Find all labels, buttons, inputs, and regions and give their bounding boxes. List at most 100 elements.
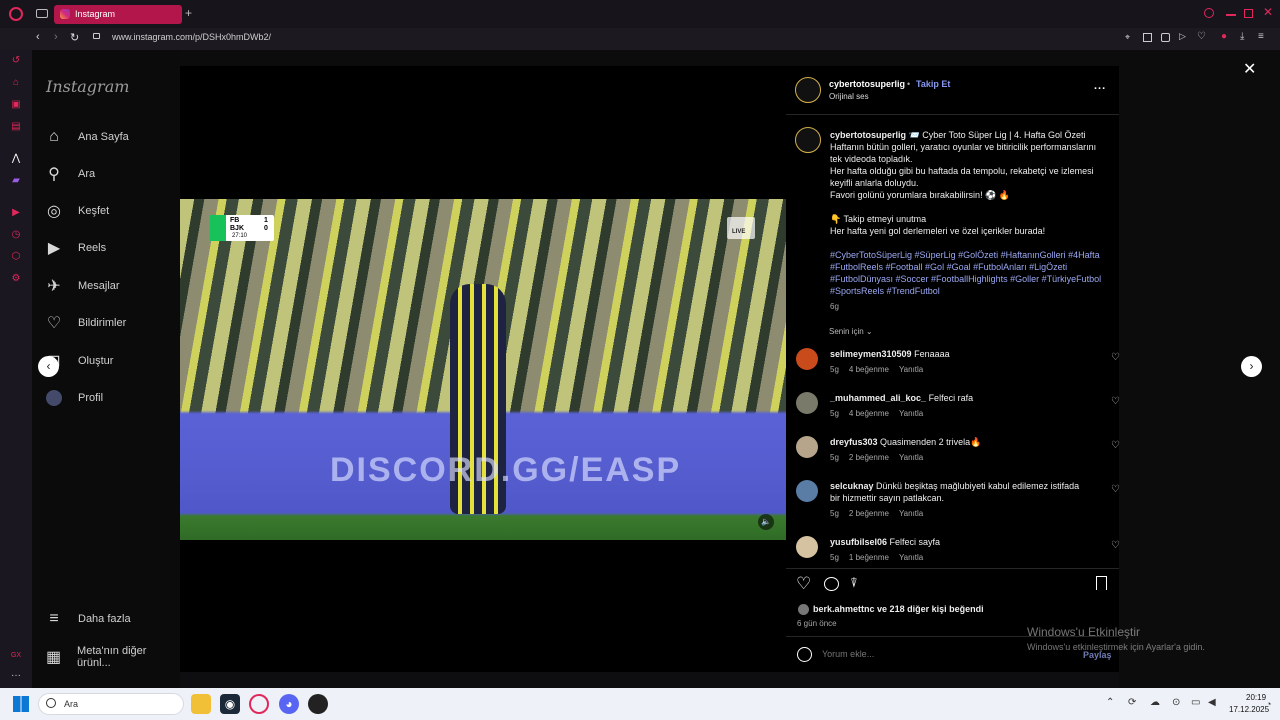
minimize-icon[interactable] [1226,14,1236,16]
comment-bubble-icon[interactable] [824,577,839,591]
sidebar-item-explore[interactable]: ◎ Keşfet [44,199,178,223]
download-icon[interactable]: ⤓ [1240,31,1244,42]
comment-reply[interactable]: Yanıtla [899,509,923,518]
comment-filter-dropdown[interactable]: Senin için ⌄ [829,327,873,336]
caption-username[interactable]: cybertotosuperlig [830,130,906,140]
gx-messenger-icon[interactable]: ▣ [10,99,22,111]
tray-volume-icon[interactable]: ◀ [1208,697,1216,708]
gx-news-icon[interactable]: ▤ [10,121,22,133]
search-icon[interactable] [1204,8,1214,18]
extensions-icon[interactable]: ⬡ [10,251,22,263]
comment-likes[interactable]: 1 beğenme [849,553,889,562]
close-window-icon[interactable]: ✕ [1263,5,1273,19]
sidebar-more[interactable]: ≡ Daha fazla [44,607,178,631]
history-icon[interactable]: ◷ [10,229,22,241]
discord-icon[interactable]: ◕ [279,694,299,714]
hashtag-line[interactable]: #CyberTotoSüperLig #SüperLig #GolÖzeti #… [830,249,1115,261]
favorites-heart-icon[interactable]: ♡ [1197,31,1206,42]
profile-icon[interactable]: ● [1221,31,1227,42]
new-tab-button[interactable]: + [185,6,192,20]
close-post-button[interactable]: ✕ [1243,59,1256,79]
reel-video[interactable]: FB 1 BJK 0 27:10 LIVE DISCORD.GG/EASP 🔈 [180,199,786,540]
opera-gx-icon[interactable] [249,694,269,714]
tab-instagram[interactable]: Instagram [54,5,182,24]
sidebar-meta[interactable]: ▦ Meta'nın diğer ürünl... [44,645,178,669]
comment-username[interactable]: selimeymen310509 [830,349,912,359]
author-avatar[interactable] [795,77,821,103]
sidebar-item-home[interactable]: ⌂ Ana Sayfa [44,125,178,149]
player-icon[interactable]: ▷ [1179,31,1186,42]
windows-start-icon[interactable] [13,696,29,712]
taskbar-time[interactable]: 20:19 [1246,693,1266,702]
reload-icon[interactable]: ↻ [70,31,79,44]
share-send-icon[interactable]: ⍒ [850,575,858,591]
comment-username[interactable]: dreyfus303 [830,437,878,447]
taskbar-date[interactable]: 17.12.2025 [1229,705,1269,714]
comment-input[interactable] [822,646,1062,662]
likes-rest[interactable]: ve 218 diğer kişi beğendi [877,604,984,614]
comment-likes[interactable]: 4 beğenme [849,409,889,418]
comment-like-heart-icon[interactable]: ♡ [1111,352,1120,363]
settings-icon[interactable]: ⚙ [10,273,22,285]
comment-avatar[interactable] [796,392,818,414]
next-post-button[interactable]: › [1241,356,1262,377]
gx-aria-icon[interactable]: ⋀ [10,153,22,165]
comment-likes[interactable]: 2 beğenme [849,453,889,462]
comment-avatar[interactable] [796,348,818,370]
tray-chevron-up-icon[interactable]: ⌃ [1106,697,1114,708]
maximize-icon[interactable] [1244,9,1253,18]
tab-switcher-icon[interactable] [36,9,48,18]
back-icon[interactable]: ‹ [36,31,40,43]
comment-like-heart-icon[interactable]: ♡ [1111,396,1120,407]
gx-control-icon[interactable]: ↺ [10,55,22,67]
gx-store-icon[interactable]: ⌂ [10,77,22,89]
comment-reply[interactable]: Yanıtla [899,365,923,374]
adblock-icon[interactable] [1161,33,1170,42]
sidebar-item-profile[interactable]: Profil [44,386,178,410]
sidebar-item-reels[interactable]: ▶ Reels [44,236,178,260]
taskbar-search-box[interactable]: Ara [38,693,184,715]
comment-likes[interactable]: 4 beğenme [849,365,889,374]
file-explorer-icon[interactable] [191,694,211,714]
comment-reply[interactable]: Yanıtla [899,453,923,462]
hashtag-line[interactable]: #SportsReels #TrendFutbol [830,285,1115,297]
gx-corner-icon[interactable]: GX [10,650,22,662]
sidebar-item-search[interactable]: ⚲ Ara [44,162,178,186]
comment-username[interactable]: _muhammed_ali_koc_ [830,393,926,403]
sidebar-item-notifications[interactable]: ♡ Bildirimler [44,311,178,335]
more-options-icon[interactable]: ... [1094,80,1106,92]
comment-likes[interactable]: 2 beğenme [849,509,889,518]
snapshot-icon[interactable] [1143,33,1152,42]
emoji-icon[interactable] [797,647,812,662]
sidebar-item-create[interactable]: ⊞ Oluştur [44,349,178,373]
pin-icon[interactable]: ⌖ [1125,32,1130,43]
sidebar-item-messages[interactable]: ✈ Mesajlar [44,274,178,298]
likers-avatar[interactable] [798,604,809,615]
caption-avatar[interactable] [795,127,821,153]
comment-like-heart-icon[interactable]: ♡ [1111,540,1120,551]
comment-username[interactable]: selcuknay [830,481,874,491]
comment-reply[interactable]: Yanıtla [899,409,923,418]
hashtag-line[interactable]: #FutbolDünyası #Soccer #FootballHighligh… [830,273,1115,285]
likes-user[interactable]: berk.ahmettnc [813,604,875,614]
steam-icon[interactable]: ◉ [220,694,240,714]
previous-post-button[interactable]: ‹ [38,356,59,377]
gx-player-icon[interactable]: ▶ [10,207,22,219]
instagram-logo[interactable]: Instagram [46,77,129,96]
comment-avatar[interactable] [796,480,818,502]
tray-sync-icon[interactable]: ⟳ [1128,697,1136,708]
audio-label[interactable]: Orijinal ses [829,92,869,101]
tray-network-icon[interactable]: ▭ [1191,697,1200,708]
tray-mic-icon[interactable]: ⊙ [1172,697,1180,708]
comment-avatar[interactable] [796,436,818,458]
menu-icon[interactable]: ≡ [1258,31,1264,42]
tray-cloud-icon[interactable]: ☁ [1150,697,1160,708]
forward-icon[interactable]: › [54,31,58,43]
url-field[interactable]: www.instagram.com/p/DSHx0hmDWb2/ [112,32,271,42]
comment-like-heart-icon[interactable]: ♡ [1111,484,1120,495]
more-dots-icon[interactable]: ··· [10,670,22,682]
hashtag-line[interactable]: #FutbolReels #Football #Gol #Goal #Futbo… [830,261,1115,273]
opera-logo-icon[interactable] [9,7,23,21]
notification-bell-icon[interactable]: ◔ [1266,699,1271,709]
mute-icon[interactable]: 🔈 [758,514,774,530]
